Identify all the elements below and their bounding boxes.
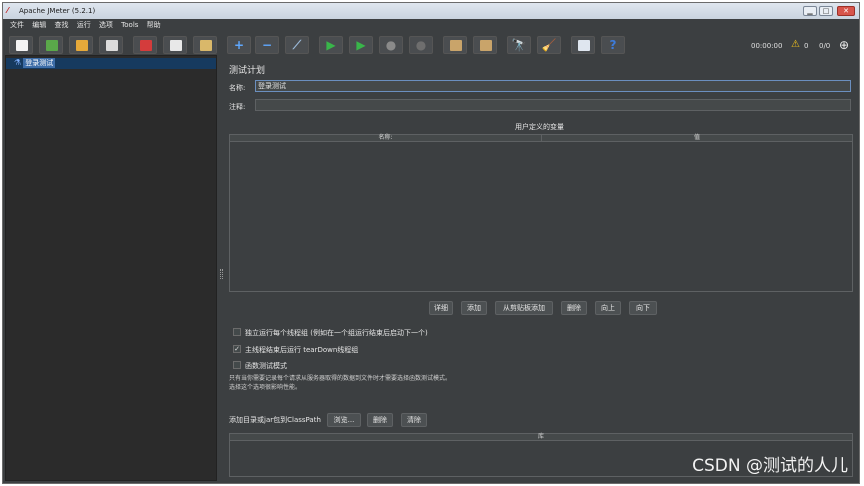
elapsed-timer: 00:00:00 <box>751 42 783 50</box>
splitter-grip[interactable] <box>220 269 223 279</box>
start-button[interactable]: ▶ <box>319 36 343 54</box>
name-label: 名称: <box>229 84 246 92</box>
help-button[interactable]: ? <box>601 36 625 54</box>
paste-button[interactable] <box>193 36 217 54</box>
name-field[interactable]: 登录测试 <box>255 80 851 92</box>
test-plan-icon: ⚗ <box>14 58 22 67</box>
menu-search[interactable]: 查找 <box>51 19 71 31</box>
save-icon <box>106 40 118 51</box>
test-plan-panel: 测试计划 名称: 登录测试 注释: 用户定义的变量 名称: 值 详细 添加 从剪… <box>225 55 859 483</box>
expand-icon: + <box>233 38 245 52</box>
functional-mode-checkbox[interactable] <box>233 361 241 369</box>
help-icon: ? <box>609 38 617 52</box>
menu-edit[interactable]: 编辑 <box>29 19 49 31</box>
cut-icon <box>140 40 152 51</box>
thread-count: 0/0 <box>819 42 831 50</box>
teardown-on-shutdown-checkbox[interactable]: ✓ <box>233 345 241 353</box>
minimize-button[interactable]: ▁ <box>803 6 817 16</box>
new-button[interactable] <box>9 36 33 54</box>
clear-all-icon <box>480 40 492 51</box>
start-no-pauses-icon: ▶ <box>356 38 366 52</box>
start-no-pauses-button[interactable]: ▶ <box>349 36 373 54</box>
user-vars-title: 用户定义的变量 <box>515 123 564 131</box>
menu-run[interactable]: 运行 <box>74 19 94 31</box>
vars-col-value[interactable]: 值 <box>542 135 852 141</box>
library-col[interactable]: 库 <box>230 434 852 440</box>
clear-icon <box>450 40 462 51</box>
classpath-label: 添加目录或jar包到ClassPath <box>229 416 321 424</box>
functional-mode-label: 函数测试模式 <box>245 362 287 370</box>
shutdown-button[interactable]: ● <box>409 36 433 54</box>
add-button[interactable]: 添加 <box>461 301 487 315</box>
tree-node-label: 登录测试 <box>23 58 56 68</box>
vars-table-body[interactable] <box>229 142 853 292</box>
toggle-button[interactable]: ⟋ <box>285 36 309 54</box>
toggle-icon: ⟋ <box>292 38 302 52</box>
menu-help[interactable]: 帮助 <box>144 19 164 31</box>
menu-options[interactable]: 选项 <box>96 19 116 31</box>
warning-count: 0 <box>804 42 809 50</box>
templates-button[interactable] <box>39 36 63 54</box>
library-table-header: 库 <box>229 433 853 441</box>
tree-node-test-plan[interactable]: ⚗ 登录测试 <box>14 58 56 68</box>
jmeter-window: ⁄ Apache JMeter (5.2.1) ▁ □ ✕ 文件 编辑 查找 运… <box>2 2 860 484</box>
maximize-button[interactable]: □ <box>819 6 833 16</box>
save-button[interactable] <box>99 36 123 54</box>
open-icon <box>76 40 88 51</box>
window-title: Apache JMeter (5.2.1) <box>19 7 96 15</box>
copy-icon <box>170 40 182 51</box>
function-helper-button[interactable] <box>571 36 595 54</box>
functional-mode-note-1: 只有当你需要记录每个请求从服务器取得的数据到文件时才需要选择函数测试模式。 <box>229 375 452 382</box>
remote-start-icon[interactable]: ⊕ <box>839 38 849 52</box>
toolbar: + − ⟋ ▶ ▶ ● ● 🔭 🧹? 00:00:00 ⚠ 0 0/0 ⊕ <box>3 31 859 57</box>
templates-icon <box>46 40 58 51</box>
search-button[interactable]: 🔭 <box>507 36 531 54</box>
delete-button[interactable]: 删除 <box>561 301 587 315</box>
stop-icon: ● <box>385 38 397 52</box>
vars-col-name[interactable]: 名称: <box>230 135 542 141</box>
start-icon: ▶ <box>326 38 336 52</box>
test-plan-tree: ⚗ 登录测试 <box>5 55 217 481</box>
move-up-button[interactable]: 向上 <box>595 301 621 315</box>
cut-button[interactable] <box>133 36 157 54</box>
stop-button[interactable]: ● <box>379 36 403 54</box>
paste-icon <box>200 40 212 51</box>
warning-icon[interactable]: ⚠ <box>791 39 800 50</box>
collapse-button[interactable]: − <box>255 36 279 54</box>
collapse-icon: − <box>261 38 273 52</box>
copy-button[interactable] <box>163 36 187 54</box>
new-icon <box>16 40 28 51</box>
menu-file[interactable]: 文件 <box>7 19 27 31</box>
shutdown-icon: ● <box>415 38 427 52</box>
close-button[interactable]: ✕ <box>837 6 855 16</box>
serialize-threadgroups-label: 独立运行每个线程组 (例如在一个组运行结束后启动下一个) <box>245 329 428 337</box>
clear-all-button[interactable] <box>473 36 497 54</box>
comment-field[interactable] <box>255 99 851 111</box>
jmeter-logo-icon: ⁄ <box>7 6 9 15</box>
serialize-threadgroups-checkbox[interactable] <box>233 328 241 336</box>
functional-mode-note-2: 选择这个选项很影响性能。 <box>229 384 302 391</box>
teardown-on-shutdown-label: 主线程结束后运行 tearDown线程组 <box>245 346 359 354</box>
search-icon: 🔭 <box>511 38 527 52</box>
reset-search-button[interactable]: 🧹 <box>537 36 561 54</box>
csdn-watermark: CSDN @测试的人儿 <box>692 456 848 476</box>
menu-bar: 文件 编辑 查找 运行 选项 Tools 帮助 <box>3 19 859 31</box>
browse-button[interactable]: 浏览... <box>327 413 361 427</box>
move-down-button[interactable]: 向下 <box>629 301 657 315</box>
function-helper-icon <box>578 40 590 51</box>
vars-table-header: 名称: 值 <box>229 134 853 142</box>
details-button[interactable]: 详细 <box>429 301 453 315</box>
comment-label: 注释: <box>229 103 246 111</box>
open-button[interactable] <box>69 36 93 54</box>
panel-heading: 测试计划 <box>229 66 266 76</box>
clear-button[interactable] <box>443 36 467 54</box>
menu-tools[interactable]: Tools <box>118 19 141 31</box>
classpath-clear-button[interactable]: 清除 <box>401 413 427 427</box>
expand-button[interactable]: + <box>227 36 251 54</box>
add-from-clipboard-button[interactable]: 从剪贴板添加 <box>495 301 553 315</box>
reset-search-icon: 🧹 <box>541 38 557 52</box>
title-bar: ⁄ Apache JMeter (5.2.1) ▁ □ ✕ <box>3 3 859 19</box>
classpath-delete-button[interactable]: 删除 <box>367 413 393 427</box>
